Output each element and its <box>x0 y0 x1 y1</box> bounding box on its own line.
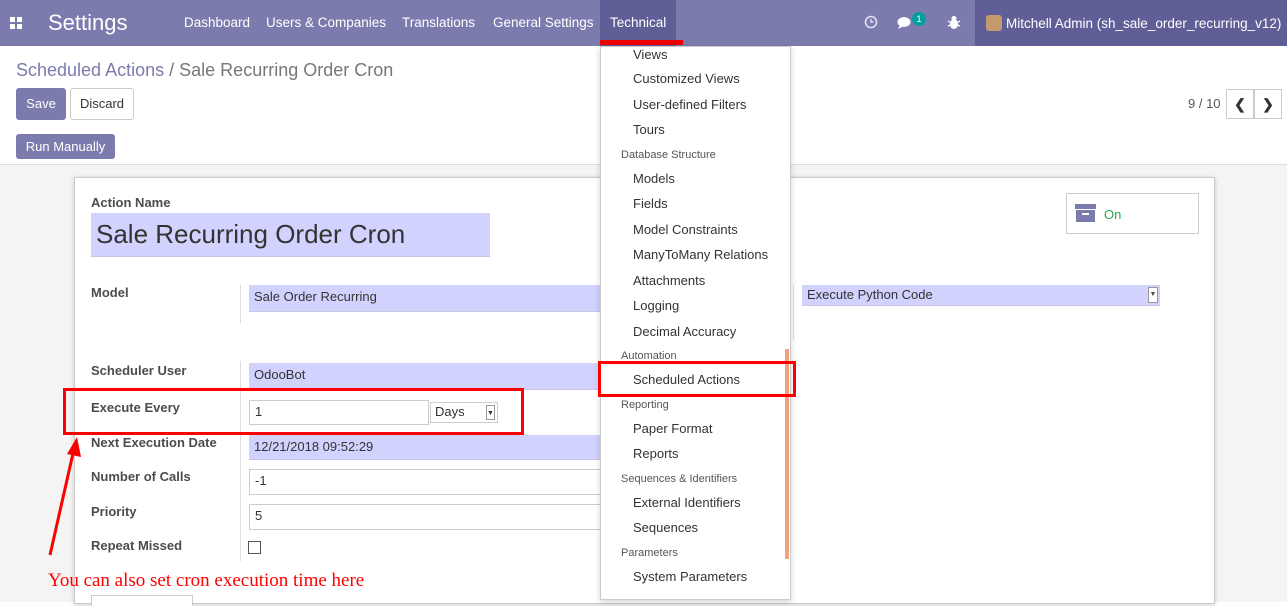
technical-dropdown-menu: Views Customized Views User-defined Filter… <box>600 46 791 600</box>
highlight-execute-every <box>63 388 524 435</box>
highlight-scheduled-actions <box>598 361 796 397</box>
breadcrumb-scheduled-actions[interactable]: Scheduled Actions <box>16 60 164 80</box>
run-manually-button[interactable]: Run Manually <box>16 134 115 159</box>
divider <box>240 285 241 323</box>
next-execution-date-input[interactable]: 12/21/2018 09:52:29 <box>249 435 601 460</box>
action-name-label: Action Name <box>91 195 171 210</box>
chat-badge: 1 <box>912 12 926 26</box>
bug-icon[interactable] <box>947 15 961 30</box>
menu-item-fields[interactable]: Fields <box>633 196 668 211</box>
menu-item-system-parameters[interactable]: System Parameters <box>633 569 747 584</box>
pager-value: 9 / 10 <box>1188 96 1221 111</box>
repeat-missed-label: Repeat Missed <box>91 538 183 553</box>
menu-item-logging[interactable]: Logging <box>633 298 679 313</box>
number-of-calls-label: Number of Calls <box>91 469 191 484</box>
menu-item-paper-format[interactable]: Paper Format <box>633 421 712 436</box>
divider <box>793 285 794 340</box>
save-button[interactable]: Save <box>16 88 66 120</box>
annotation-text: You can also set cron execution time her… <box>48 570 365 591</box>
avatar[interactable] <box>986 15 1002 31</box>
archive-icon <box>1075 204 1096 222</box>
menu-item-user-defined-filters[interactable]: User-defined Filters <box>633 97 746 112</box>
menu-item-views[interactable]: Views <box>633 47 667 62</box>
menu-translations[interactable]: Translations <box>402 15 475 30</box>
user-name[interactable]: Mitchell Admin (sh_sale_order_recurring_… <box>1006 16 1281 31</box>
menu-item-decimal-accuracy[interactable]: Decimal Accuracy <box>633 324 736 339</box>
menu-users-companies[interactable]: Users & Companies <box>266 15 386 30</box>
model-label: Model <box>91 285 129 300</box>
menu-item-model-constraints[interactable]: Model Constraints <box>633 222 738 237</box>
pager-previous-button[interactable]: ❮ <box>1226 89 1254 119</box>
select-arrow-icon[interactable]: ▼ <box>1148 287 1158 303</box>
action-type-select[interactable]: Execute Python Code <box>802 285 1160 306</box>
menu-item-tours[interactable]: Tours <box>633 122 665 137</box>
menu-item-attachments[interactable]: Attachments <box>633 273 705 288</box>
priority-label: Priority <box>91 504 137 519</box>
menu-item-manytomany-relations[interactable]: ManyToMany Relations <box>633 247 768 262</box>
menu-section-reporting: Reporting <box>621 399 669 411</box>
menu-item-external-identifiers[interactable]: External Identifiers <box>633 495 741 510</box>
active-toggle-button[interactable]: On <box>1066 193 1199 234</box>
menu-item-models[interactable]: Models <box>633 171 675 186</box>
priority-input[interactable]: 5 <box>249 504 601 530</box>
menu-section-sequences-identifiers: Sequences & Identifiers <box>621 473 738 485</box>
technical-menu-underline <box>600 40 683 45</box>
clock-icon[interactable] <box>864 15 878 29</box>
menu-item-sequences[interactable]: Sequences <box>633 520 698 535</box>
menu-item-customized-views[interactable]: Customized Views <box>633 71 740 86</box>
notebook-tab[interactable] <box>91 595 193 606</box>
repeat-missed-checkbox[interactable] <box>248 541 261 554</box>
menu-general-settings[interactable]: General Settings <box>493 15 594 30</box>
app-title: Settings <box>48 10 128 35</box>
next-execution-date-label: Next Execution Date <box>91 435 217 450</box>
model-select[interactable]: Sale Order Recurring <box>249 285 601 312</box>
discard-button[interactable]: Discard <box>70 88 134 120</box>
menu-section-database-structure: Database Structure <box>621 149 716 161</box>
menu-item-reports[interactable]: Reports <box>633 446 679 461</box>
active-toggle-label: On <box>1104 207 1122 222</box>
scheduler-user-select[interactable]: OdooBot <box>249 363 601 390</box>
breadcrumb: Scheduled Actions / Sale Recurring Order… <box>16 60 393 81</box>
breadcrumb-current: Sale Recurring Order Cron <box>179 60 394 80</box>
pager-next-button[interactable]: ❯ <box>1254 89 1282 119</box>
action-name-input[interactable]: Sale Recurring Order Cron <box>91 213 490 257</box>
annotation-arrow-icon <box>48 437 81 556</box>
menu-section-parameters: Parameters <box>621 547 678 559</box>
scheduler-user-label: Scheduler User <box>91 363 187 378</box>
apps-icon[interactable] <box>10 17 22 29</box>
top-navbar: Settings Dashboard Users & Companies Tra… <box>0 0 1287 46</box>
menu-dashboard[interactable]: Dashboard <box>184 15 250 30</box>
menu-technical[interactable]: Technical <box>610 15 666 30</box>
number-of-calls-input[interactable]: -1 <box>249 469 601 495</box>
breadcrumb-separator: / <box>169 60 175 80</box>
